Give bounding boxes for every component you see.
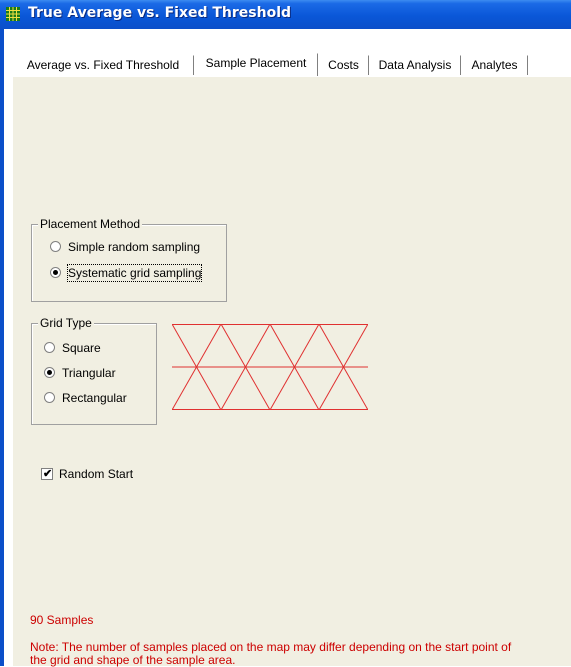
grid-preview-line	[318, 324, 344, 368]
simple-random-sampling-radio[interactable]	[50, 241, 61, 252]
systematic-grid-sampling-label: Systematic grid sampling	[66, 264, 203, 282]
grid-preview-line	[172, 366, 197, 410]
grid-preview-line	[245, 324, 271, 368]
dialog-client: Average vs. Fixed Threshold Sample Place…	[4, 29, 571, 667]
grid-preview-line	[172, 324, 197, 368]
grid-preview-line	[294, 324, 320, 368]
square-grid-label: Square	[62, 341, 101, 355]
tab-sample-placement[interactable]: Sample Placement	[194, 53, 318, 77]
grid-preview-line	[220, 366, 246, 410]
grid-preview-line	[220, 324, 246, 368]
random-start-checkbox[interactable]: ✔	[41, 468, 53, 480]
grid-preview-line	[196, 324, 222, 368]
checkmark-icon: ✔	[43, 468, 53, 480]
grid-preview-line	[294, 366, 320, 410]
grid-preview-lines	[172, 324, 368, 410]
triangular-grid-preview	[172, 324, 368, 410]
tab-data-analysis[interactable]: Data Analysis	[369, 55, 461, 75]
tab-costs[interactable]: Costs	[318, 55, 369, 75]
random-start-label: Random Start	[59, 467, 134, 481]
tab-average-vs-fixed-threshold[interactable]: Average vs. Fixed Threshold	[12, 55, 194, 75]
systematic-grid-sampling-radio[interactable]	[50, 267, 61, 278]
grid-preview-line	[269, 366, 295, 410]
note-line-2: the grid and shape of the sample area.	[30, 653, 236, 667]
simple-random-sampling-label: Simple random sampling	[68, 240, 201, 254]
placement-method-legend: Placement Method	[38, 217, 143, 231]
grid-preview-line	[343, 366, 368, 410]
sample-count: 90 Samples	[30, 613, 94, 627]
triangular-grid-label: Triangular	[62, 366, 116, 380]
square-grid-radio[interactable]	[44, 342, 55, 353]
window-title: True Average vs. Fixed Threshold	[28, 5, 292, 21]
title-bar[interactable]: True Average vs. Fixed Threshold	[0, 0, 571, 29]
grid-preview-line	[318, 366, 344, 410]
rectangular-grid-radio[interactable]	[44, 392, 55, 403]
triangular-grid-radio[interactable]	[44, 367, 55, 378]
grid-preview-line	[343, 324, 368, 368]
grid-preview-line	[196, 366, 222, 410]
tab-analytes[interactable]: Analytes	[461, 55, 528, 75]
placement-method-group: Placement Method Simple random sampling …	[31, 217, 227, 302]
note-line-1: Note: The number of samples placed on th…	[30, 640, 512, 654]
sample-placement-panel: Placement Method Simple random sampling …	[12, 76, 571, 667]
rectangular-grid-label: Rectangular	[62, 391, 127, 405]
grid-preview-line	[245, 366, 271, 410]
grid-type-group: Grid Type Square Triangular Rectangular	[31, 316, 157, 425]
grid-preview-line	[269, 324, 295, 368]
grid-icon	[6, 7, 20, 21]
grid-type-legend: Grid Type	[38, 316, 94, 330]
